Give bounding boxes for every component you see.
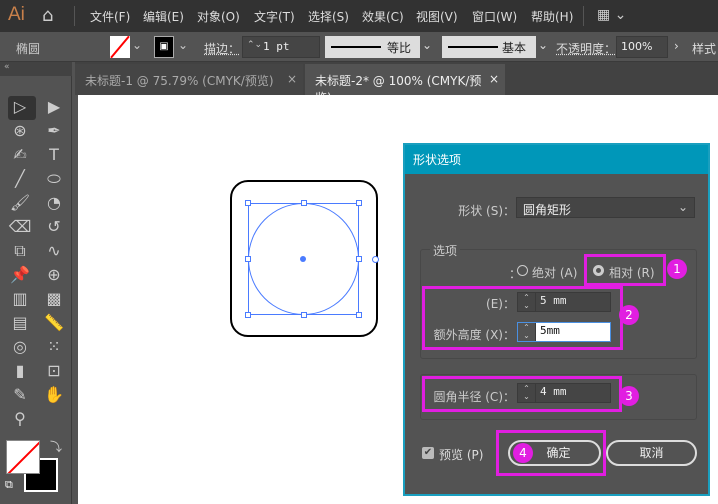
blob-brush-tool-icon[interactable]: ◔ xyxy=(40,191,68,215)
menu-view[interactable]: 视图(V) xyxy=(416,8,458,25)
default-colors-icon[interactable]: ⧉ xyxy=(5,478,13,492)
close-icon[interactable]: × xyxy=(287,72,297,86)
style-label[interactable]: 样式 xyxy=(692,40,716,57)
highlight-box-3 xyxy=(422,376,622,412)
shape-label: 形状 (S)： xyxy=(458,204,515,218)
zoom-tool-icon[interactable]: ⚲ xyxy=(6,407,34,431)
warp-tool-icon[interactable]: ∿ xyxy=(40,239,68,263)
annotation-badge-4: 4 xyxy=(513,443,533,463)
tools-panel: « ▷ ▶ ⊛ ✒ ✍ T ╱ ⬭ 🖌 ◔ ⌫ ↺ ⧉ ∿ 📌 ⊕ ▥ ▩ ▤ 📏 ◎ ⁙ ▮ ⊡ ✎ ✋… xyxy=(0,62,72,504)
preview-label[interactable]: 预览 (P) xyxy=(439,446,483,463)
close-icon[interactable]: × xyxy=(489,72,499,86)
menu-object[interactable]: 对象(O) xyxy=(197,8,240,25)
center-point xyxy=(300,256,306,262)
annotation-badge-3: 3 xyxy=(619,386,639,406)
opacity-arrow-icon[interactable]: › xyxy=(674,39,679,53)
perspective-grid-tool-icon[interactable]: ▥ xyxy=(6,287,34,311)
workspace-switcher-icon[interactable]: ▦ ⌄ xyxy=(597,7,626,23)
menu-type[interactable]: 文字(T) xyxy=(254,8,295,25)
stroke-weight-field[interactable]: ⌃⌄ 1 pt xyxy=(242,36,320,58)
direct-selection-tool-icon[interactable]: ▶ xyxy=(40,95,68,119)
shape-builder-tool-icon[interactable]: ⊕ xyxy=(40,263,68,287)
object-type-label: 椭圆 xyxy=(16,42,41,56)
collapse-icon[interactable]: « xyxy=(0,62,72,76)
profile-dropdown-icon[interactable]: ⌄ xyxy=(422,38,432,52)
gradient-tool-icon[interactable]: ▤ xyxy=(6,311,34,335)
document-tabs: 未标题-1 @ 75.79% (CMYK/预览) × 未标题-2* @ 100% … xyxy=(75,62,718,105)
annotation-badge-2: 2 xyxy=(619,305,639,325)
hand-tool-icon[interactable]: ✋ xyxy=(40,383,68,407)
menu-edit[interactable]: 编辑(E) xyxy=(143,8,184,25)
preview-checkbox[interactable]: ✔ xyxy=(422,447,434,459)
tab-document-2[interactable]: 未标题-2* @ 100% (CMYK/预览)× xyxy=(305,64,505,105)
app-logo: Ai xyxy=(8,4,25,25)
fill-dropdown-icon[interactable]: ⌄ xyxy=(132,38,142,52)
rotate-tool-icon[interactable]: ↺ xyxy=(40,215,68,239)
artboard-tool-icon[interactable]: ⊡ xyxy=(40,359,68,383)
blend-tool-icon[interactable]: ◎ xyxy=(6,335,34,359)
fill-swatch[interactable] xyxy=(110,36,130,58)
options-group-label: 选项 xyxy=(430,242,461,259)
opacity-label: 不透明度： xyxy=(556,42,617,56)
menu-help[interactable]: 帮助(H) xyxy=(531,8,573,25)
eraser-tool-icon[interactable]: ⌫ xyxy=(6,215,34,239)
swap-colors-icon[interactable]: ⤵ xyxy=(50,438,62,455)
line-tool-icon[interactable]: ╱ xyxy=(6,167,34,191)
radio-absolute-label[interactable]: 绝对 (A) xyxy=(532,264,577,281)
menu-effect[interactable]: 效果(C) xyxy=(362,8,404,25)
ellipse-tool-icon[interactable]: ⬭ xyxy=(40,167,68,191)
column-graph-tool-icon[interactable]: ▮ xyxy=(6,359,34,383)
symbol-sprayer-tool-icon[interactable]: ⁙ xyxy=(40,335,68,359)
selection-tool-icon[interactable]: ▷ xyxy=(6,95,34,119)
stroke-swatch[interactable]: ▣ xyxy=(154,36,174,58)
opacity-field[interactable]: 100% xyxy=(616,36,668,58)
chevron-down-icon: ⌄ xyxy=(677,200,688,214)
variable-width-profile[interactable]: 等比 xyxy=(325,36,420,58)
menu-select[interactable]: 选择(S) xyxy=(308,8,349,25)
type-tool-icon[interactable]: T xyxy=(40,143,68,167)
puppet-warp-tool-icon[interactable]: 📌 xyxy=(6,263,34,287)
magic-wand-tool-icon[interactable]: ⊛ xyxy=(6,119,34,143)
paintbrush-tool-icon[interactable]: 🖌 xyxy=(6,191,34,215)
highlight-box-2 xyxy=(422,286,623,350)
control-bar: 椭圆 ⌄ ▣ ⌄ 描边： ⌃⌄ 1 pt 等比 ⌄ 基本 ⌄ 不透明度： 100… xyxy=(0,32,718,62)
brush-dropdown-icon[interactable]: ⌄ xyxy=(538,38,548,52)
brush-definition[interactable]: 基本 xyxy=(442,36,536,58)
home-icon[interactable]: ⌂ xyxy=(42,5,53,26)
pen-tool-icon[interactable]: ✒ xyxy=(40,119,68,143)
stroke-dropdown-icon[interactable]: ⌄ xyxy=(178,38,188,52)
menu-file[interactable]: 文件(F) xyxy=(90,8,130,25)
measure-tool-icon[interactable]: 📏 xyxy=(40,311,68,335)
stroke-label: 描边： xyxy=(204,42,241,56)
dialog-title: 形状选项 xyxy=(405,145,708,174)
mesh-tool-icon[interactable]: ▩ xyxy=(40,287,68,311)
menu-bar: Ai ⌂ 文件(F) 编辑(E) 对象(O) 文字(T) 选择(S) 效果(C)… xyxy=(0,0,718,32)
scale-tool-icon[interactable]: ⧉ xyxy=(6,239,34,263)
curvature-tool-icon[interactable]: ✍ xyxy=(6,143,34,167)
shape-options-dialog: 形状选项 形状 (S)： 圆角矩形 ⌄ 选项 ： 绝对 (A) 相对 (R) 1… xyxy=(403,143,710,496)
annotation-badge-1: 1 xyxy=(667,259,687,279)
tab-document-1[interactable]: 未标题-1 @ 75.79% (CMYK/预览) × xyxy=(75,64,303,95)
highlight-box-1 xyxy=(584,254,666,286)
cancel-button[interactable]: 取消 xyxy=(606,440,697,466)
shape-select[interactable]: 圆角矩形 ⌄ xyxy=(516,197,695,218)
radio-absolute[interactable] xyxy=(517,265,528,276)
shape-widget-handle[interactable] xyxy=(372,256,379,263)
menu-window[interactable]: 窗口(W) xyxy=(472,8,517,25)
slice-tool-icon[interactable]: ✎ xyxy=(6,383,34,407)
